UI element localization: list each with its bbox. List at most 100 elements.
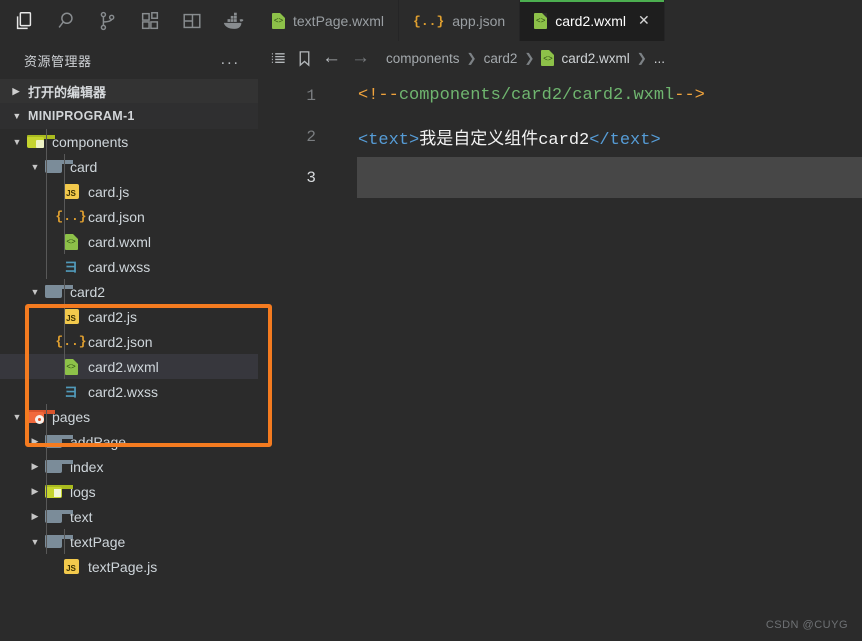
folder-orange-icon [24,410,56,424]
wxml-file-icon: <> [541,50,555,66]
tree-item-logs[interactable]: ▶ logs [0,479,258,504]
tree-item-label: card [70,158,98,175]
tree-item-label: card2 [70,283,106,300]
tree-item-label: textPage.js [88,558,158,575]
tree-item-label: card.js [88,183,130,200]
explorer-icon[interactable] [6,3,42,39]
layout-icon[interactable] [174,3,210,39]
code-token: <!-- [358,86,399,105]
wxml-file-icon: <> [272,12,285,29]
code-line[interactable]: 1 <!--components/card2/card2.wxml--> [258,75,862,116]
tree-item-text[interactable]: ▶ text [0,504,258,529]
twisty-placeholder: ▶ [46,186,60,197]
close-icon[interactable]: ✕ [638,12,650,29]
tree-item-label: card2.wxml [88,358,159,375]
tree-item-pages[interactable]: ▼ pages [0,404,258,429]
breadcrumb-bar: ← → components ❯ card2 ❯ <> card2.wxml ❯... [258,41,862,75]
project-root-row[interactable]: ▼ MINIPROGRAM-1 [0,103,258,129]
activity-bar [0,0,258,41]
chevron-down-icon[interactable]: ▼ [28,287,42,297]
line-number: 1 [306,86,316,105]
tree-item-card-json[interactable]: ▶{..}card.json [0,204,258,229]
chevron-right-icon[interactable]: ▶ [28,461,42,472]
breadcrumb-item[interactable]: card2.wxml [561,51,629,66]
chevron-down-icon[interactable]: ▼ [28,162,42,172]
project-name-label: MINIPROGRAM-1 [28,109,135,123]
explorer-panel-header: 资源管理器 ... [0,41,258,79]
tree-item-label: pages [52,408,91,425]
extensions-icon[interactable] [132,3,168,39]
tree-item-card-wxml[interactable]: ▶<>card.wxml [0,229,258,254]
tree-item-label: card.json [88,208,145,225]
indent-guide [46,129,47,279]
tree-item-textPage-js[interactable]: ▶JS textPage.js [0,554,258,579]
tree-item-label: card.wxml [88,233,152,250]
code-token: --> [674,86,705,105]
editor-tab-card2-wxml[interactable]: <> card2.wxml ✕ [520,0,665,41]
tab-label: card2.wxml [555,12,626,29]
js-file-icon: JS [60,559,82,574]
chevron-right-icon: ▶ [12,85,20,96]
tree-item-card-wxss[interactable]: ▶ ヨ card.wxss [0,254,258,279]
chevron-right-icon[interactable]: ▶ [28,436,42,447]
code-line[interactable]: 2 <text>我是自定义组件card2</text> [258,116,862,157]
editor-tab-app-json[interactable]: {..} app.json [399,0,521,41]
search-icon[interactable] [48,3,84,39]
folder-gray-icon [42,285,74,298]
tree-item-label: components [52,133,129,150]
bookmark-icon[interactable] [297,50,312,67]
code-line[interactable]: 3 [258,157,862,198]
wxss-file-icon: ヨ [64,258,78,275]
navigate-back-button[interactable]: ← [322,47,341,69]
code-editor[interactable]: 1 <!--components/card2/card2.wxml--> 2 <tex… [258,75,862,641]
tree-item-card[interactable]: ▼ card [0,154,258,179]
code-token: components/card2/card2.wxml [398,86,675,105]
tree-item-label: textPage [70,533,126,550]
list-icon[interactable] [270,50,287,67]
breadcrumb-item[interactable]: ... [654,51,665,66]
tree-item-card2-wxml[interactable]: ▶<>card2.wxml [0,354,258,379]
explorer-more-actions-button[interactable]: ... [221,52,240,68]
tree-item-index[interactable]: ▶ index [0,454,258,479]
tree-item-card2[interactable]: ▼ card2 [0,279,258,304]
breadcrumb-item[interactable]: components [386,51,460,66]
chevron-right-icon[interactable]: ▶ [28,486,42,497]
wxml-file-icon: <> [534,12,548,29]
tree-item-label: index [70,458,104,475]
file-tree: ▼components▼card▶JScard.js▶{..}card.json… [0,129,258,579]
tree-item-card-js[interactable]: ▶JScard.js [0,179,258,204]
twisty-placeholder: ▶ [46,561,60,572]
tree-item-label: card2.json [88,333,153,350]
code-token: 我是自定义组件card2 [419,130,590,150]
code-line-text: <text>我是自定义组件card2</text> [328,124,661,150]
breadcrumb-item[interactable]: card2 [484,51,518,66]
line-number: 3 [306,168,316,187]
source-control-icon[interactable] [90,3,126,39]
twisty-placeholder: ▶ [46,236,60,247]
navigate-forward-button[interactable]: → [351,47,370,69]
chevron-down-icon: ▼ [12,111,22,121]
editor-tab-textPage-wxml[interactable]: <> textPage.wxml [258,0,400,41]
chevron-down-icon[interactable]: ▼ [28,537,42,547]
twisty-placeholder: ▶ [46,261,60,272]
tree-item-components[interactable]: ▼ components [0,129,258,154]
tree-item-label: card2.js [88,308,138,325]
tree-item-card2-wxss[interactable]: ▶ ヨ card2.wxss [0,379,258,404]
open-editors-section[interactable]: ▶ 打开的编辑器 [0,79,258,103]
docker-icon[interactable] [216,3,252,39]
wxss-file-icon: ヨ [64,383,78,400]
tree-item-label: card2.wxss [88,383,159,400]
indent-guide [64,529,65,554]
open-editors-label: 打开的编辑器 [28,84,107,100]
tree-item-textPage[interactable]: ▼ textPage [0,529,258,554]
tree-item-addPage[interactable]: ▶ addPage [0,429,258,454]
chevron-down-icon[interactable]: ▼ [10,137,24,147]
chevron-right-icon[interactable]: ▶ [28,511,42,522]
indent-guide [64,154,65,254]
breadcrumb-separator-icon: ❯ [524,51,535,65]
tab-label: textPage.wxml [293,12,385,29]
tree-item-card2-js[interactable]: ▶JScard2.js [0,304,258,329]
tree-item-card2-json[interactable]: ▶{..}card2.json [0,329,258,354]
indent-guide [64,279,65,379]
chevron-down-icon[interactable]: ▼ [10,412,24,422]
